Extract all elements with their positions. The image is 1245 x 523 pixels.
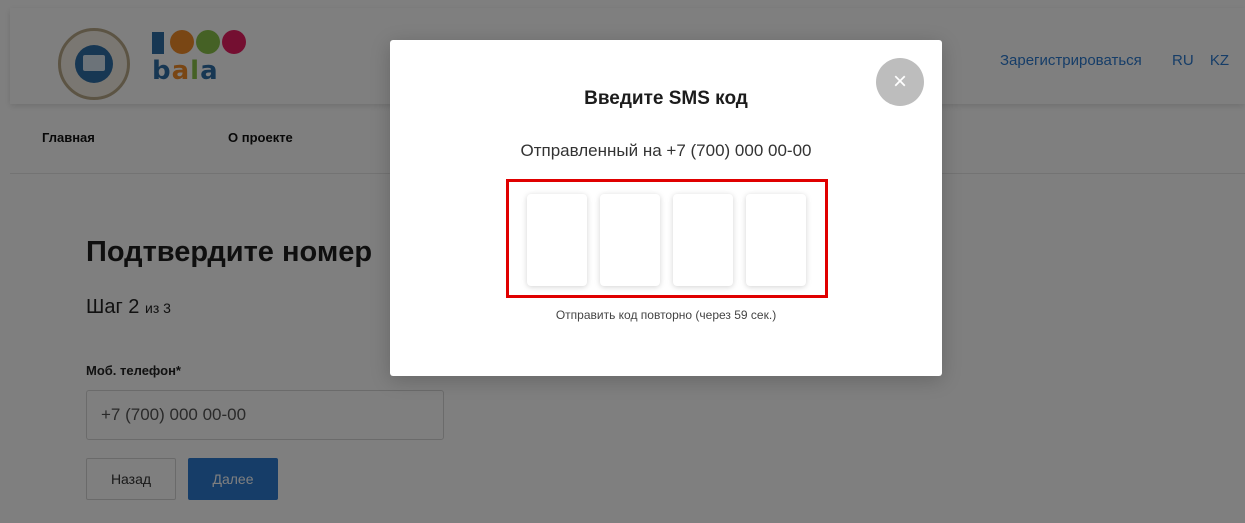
modal-subtitle: Отправленный на +7 (700) 000 00-00 <box>520 141 812 160</box>
sms-code-modal: × Введите SMS код Отправленный на +7 (70… <box>390 40 942 376</box>
page: bala Зарегистрироваться RU KZ Главная О … <box>0 0 1245 523</box>
code-digit-4[interactable] <box>746 194 806 286</box>
code-digit-1[interactable] <box>527 194 587 286</box>
code-digit-2[interactable] <box>600 194 660 286</box>
code-digit-3[interactable] <box>673 194 733 286</box>
modal-title: Введите SMS код <box>584 88 748 109</box>
resend-code-link[interactable]: Отправить код повторно (через 59 сек.) <box>390 308 942 322</box>
